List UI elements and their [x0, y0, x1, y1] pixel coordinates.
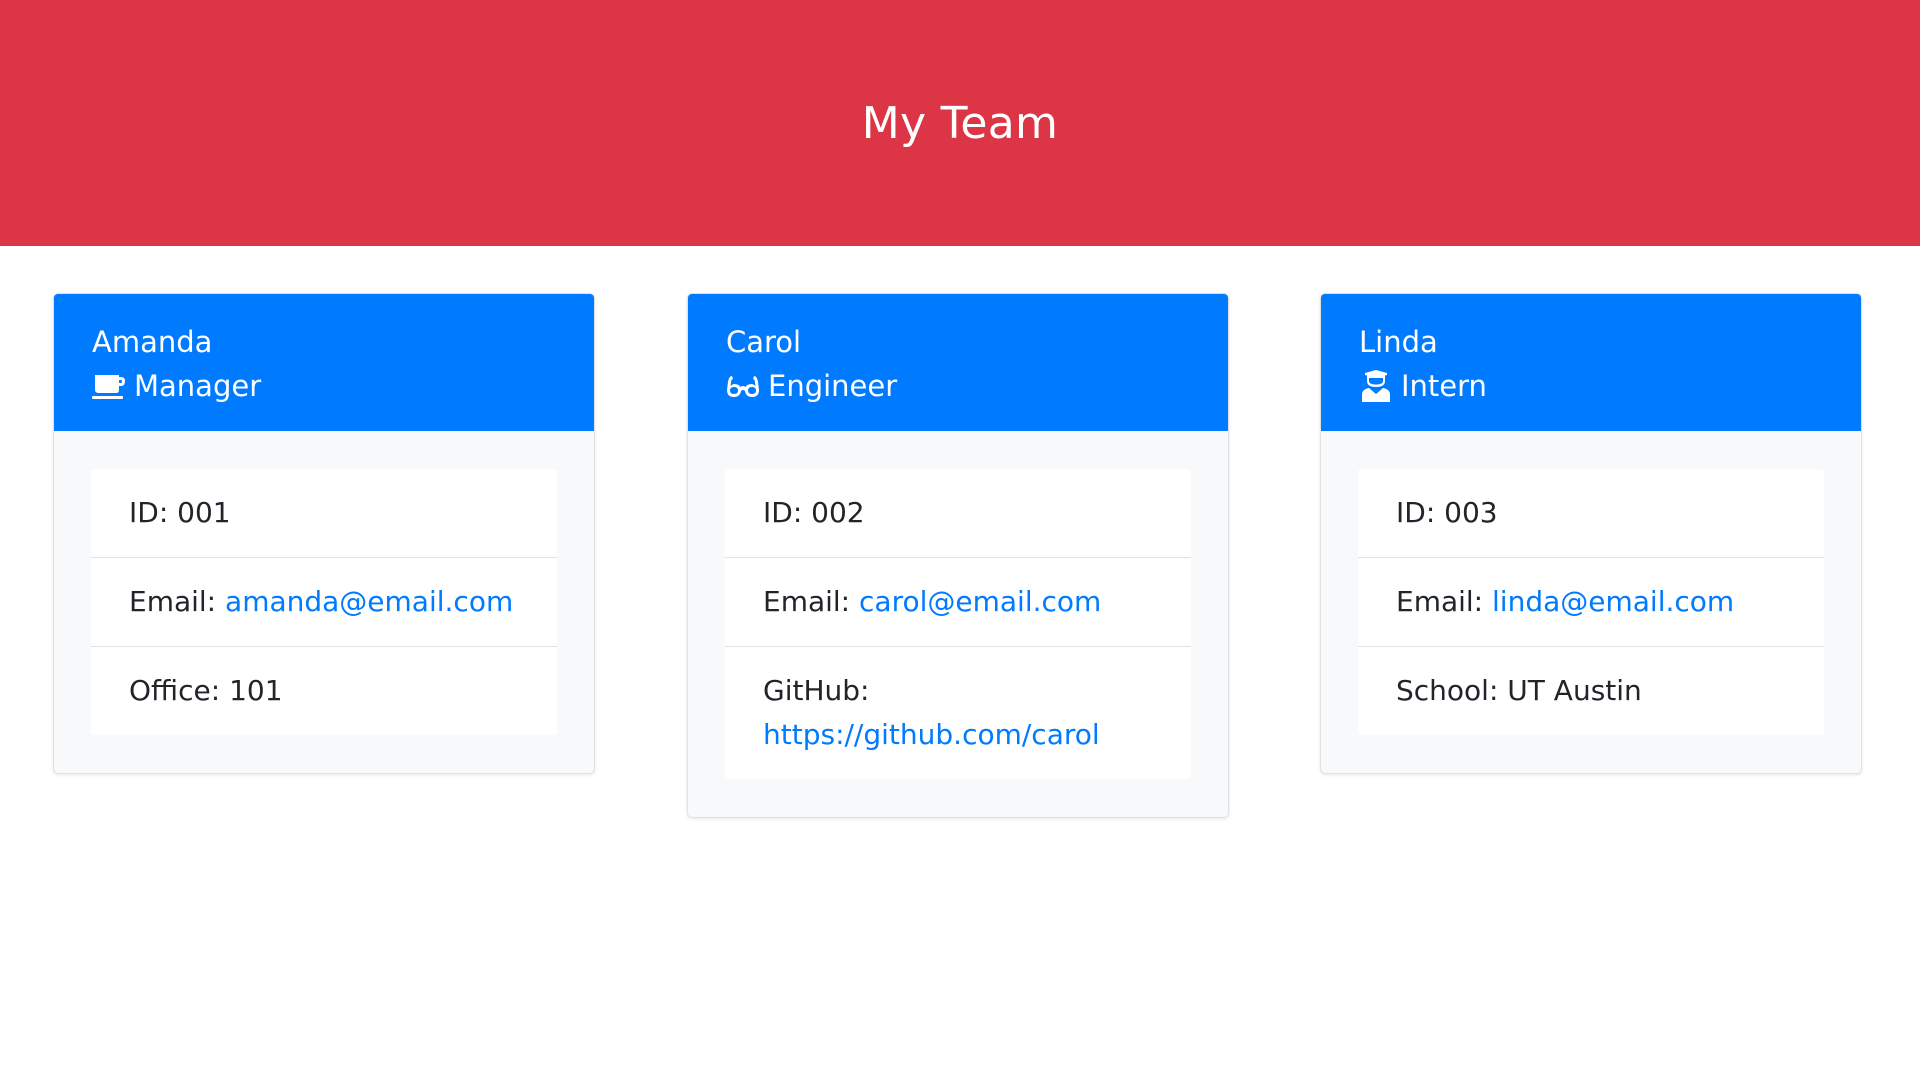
employee-role: Intern [1359, 364, 1823, 408]
coffee-mug-icon [92, 375, 125, 399]
page-header: My Team [0, 0, 1920, 246]
detail-list: ID: 002 Email: carol@email.com GitHub: h… [725, 469, 1191, 779]
github-link[interactable]: https://github.com/carol [763, 718, 1100, 751]
employee-name: Carol [726, 325, 802, 359]
email-item: Email: carol@email.com [725, 557, 1191, 646]
employee-role: Manager [92, 364, 556, 408]
card-body: ID: 001 Email: amanda@email.com Office: … [54, 431, 594, 773]
detail-list: ID: 001 Email: amanda@email.com Office: … [91, 469, 557, 735]
email-item: Email: linda@email.com [1358, 557, 1824, 646]
github-label: GitHub: [763, 674, 870, 707]
id-label: ID: [1396, 496, 1436, 529]
email-label: Email: [763, 585, 851, 618]
office-value: 101 [229, 674, 283, 707]
employee-role-label: Intern [1401, 369, 1487, 403]
employee-card-intern: Linda Intern ID: 003 Email: linda@email.… [1320, 293, 1862, 774]
email-link[interactable]: amanda@email.com [225, 585, 513, 618]
employee-name: Amanda [92, 325, 213, 359]
employee-card-manager: Amanda Manager ID: 001 Email: amanda@ema… [53, 293, 595, 774]
school-label: School: [1396, 674, 1499, 707]
id-item: ID: 002 [725, 469, 1191, 557]
id-value: 001 [177, 496, 231, 529]
glasses-icon [727, 376, 759, 397]
employee-role: Engineer [726, 364, 1190, 408]
employee-role-label: Engineer [768, 369, 898, 403]
id-label: ID: [763, 496, 803, 529]
page-title: My Team [861, 97, 1059, 149]
employee-name: Linda [1359, 325, 1438, 359]
office-item: Office: 101 [91, 646, 557, 735]
id-label: ID: [129, 496, 169, 529]
id-item: ID: 003 [1358, 469, 1824, 557]
detail-list: ID: 003 Email: linda@email.com School: U… [1358, 469, 1824, 735]
id-value: 002 [811, 496, 865, 529]
office-label: Office: [129, 674, 221, 707]
id-item: ID: 001 [91, 469, 557, 557]
email-item: Email: amanda@email.com [91, 557, 557, 646]
school-value: UT Austin [1507, 674, 1642, 707]
card-header: Linda Intern [1321, 294, 1861, 431]
employee-card-engineer: Carol Engineer ID: 002 Email: carol@emai… [687, 293, 1229, 818]
email-link[interactable]: linda@email.com [1492, 585, 1734, 618]
school-item: School: UT Austin [1358, 646, 1824, 735]
card-header: Carol Engineer [688, 294, 1228, 431]
card-body: ID: 003 Email: linda@email.com School: U… [1321, 431, 1861, 773]
email-label: Email: [1396, 585, 1484, 618]
github-item: GitHub: https://github.com/carol [725, 646, 1191, 779]
card-body: ID: 002 Email: carol@email.com GitHub: h… [688, 431, 1228, 817]
email-label: Email: [129, 585, 217, 618]
employee-role-label: Manager [134, 369, 262, 403]
email-link[interactable]: carol@email.com [859, 585, 1101, 618]
graduate-icon [1362, 370, 1390, 402]
card-header: Amanda Manager [54, 294, 594, 431]
id-value: 003 [1444, 496, 1498, 529]
